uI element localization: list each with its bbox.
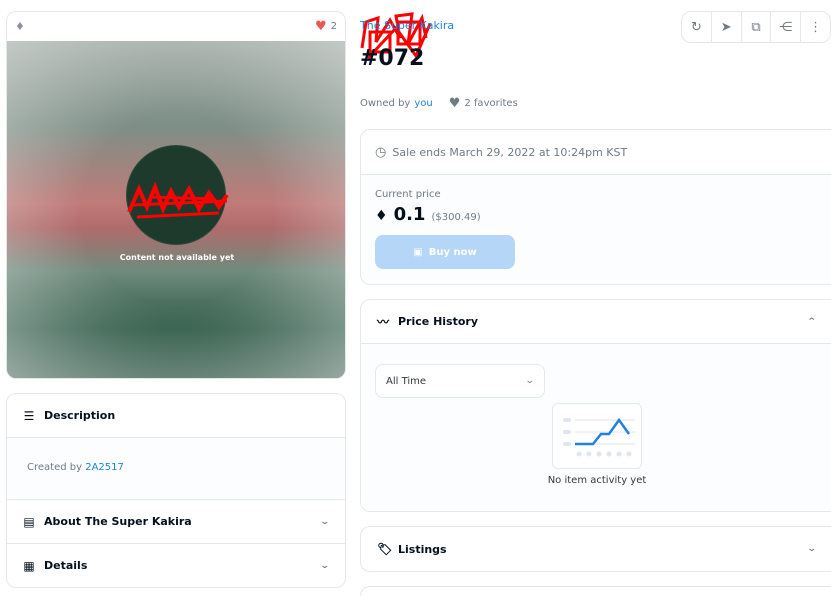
ownership-row: Owned by you ♥ 2 favorites — [360, 96, 518, 111]
owned-by-label: Owned by — [360, 98, 411, 109]
chevron-down-icon: ⌄ — [320, 516, 331, 527]
heart-icon: ♥ — [314, 19, 327, 34]
next-panel-edge — [360, 586, 831, 596]
transfer-icon[interactable]: ➤ — [712, 12, 742, 42]
text-lines-icon: ☰ — [23, 408, 35, 423]
owner-link[interactable]: you — [414, 98, 432, 109]
redaction-scribble — [127, 181, 229, 219]
details-header[interactable]: ▦ Details ⌄ — [7, 544, 345, 587]
clock-icon: ◷ — [375, 144, 387, 160]
sale-panel: ◷ Sale ends March 29, 2022 at 10:24pm KS… — [360, 129, 831, 285]
description-panel: ☰ Description Created by 2A2517 ▤ About … — [6, 393, 346, 588]
details-title: Details — [44, 559, 88, 572]
item-title: #072 — [360, 46, 425, 71]
empty-activity-text: No item activity yet — [547, 475, 647, 486]
open-external-icon[interactable]: ⧉ — [742, 12, 772, 42]
price-history-panel: 〰 Price History ⌃ All Time ⌄ No item act… — [360, 299, 831, 512]
chart-placeholder-icon — [563, 417, 635, 457]
price-value: 0.1 — [393, 204, 426, 225]
collection-link[interactable]: The Super Kakira — [360, 19, 454, 32]
wallet-icon: ▣ — [413, 246, 423, 258]
refresh-icon[interactable]: ↻ — [682, 12, 712, 42]
listings-header[interactable]: 🏷 Listings ⌄ — [361, 527, 831, 571]
listings-panel: 🏷 Listings ⌄ — [360, 526, 831, 572]
chevron-down-icon: ⌄ — [807, 544, 818, 554]
chevron-up-icon: ⌃ — [807, 316, 818, 327]
media-topbar: ♦ ♥ 2 — [7, 12, 345, 41]
chevron-down-icon: ⌄ — [320, 560, 331, 571]
item-image[interactable]: Content not available yet — [7, 41, 345, 378]
heart-icon: ♥ — [448, 96, 461, 111]
image-caption: Content not available yet — [119, 253, 235, 262]
buy-now-label: Buy now — [428, 246, 477, 258]
created-by-label: Created by — [27, 462, 83, 473]
trend-line-icon: 〰 — [377, 315, 390, 329]
favorite-button[interactable]: ♥ 2 — [315, 20, 337, 33]
share-icon[interactable]: ⋲ — [771, 12, 802, 42]
listings-title: Listings — [398, 542, 447, 556]
price-area: Current price ♦ 0.1 ($300.49) ▣ Buy now — [361, 175, 831, 284]
buy-now-button[interactable]: ▣ Buy now — [375, 235, 515, 269]
sale-ends-text: Sale ends March 29, 2022 at 10:24pm KST — [392, 145, 628, 159]
ethereum-icon: ♦ — [375, 208, 388, 224]
vertical-split-icon: ▤ — [23, 514, 35, 529]
time-range-value: All Time — [386, 375, 427, 387]
favorite-count: 2 — [330, 21, 337, 32]
chevron-down-icon: ⌄ — [525, 376, 536, 386]
empty-chart-illustration — [552, 403, 642, 469]
about-collection-header[interactable]: ▤ About The Super Kakira ⌄ — [7, 500, 345, 544]
about-title: About The Super Kakira — [44, 515, 192, 528]
tag-icon: 🏷 — [377, 542, 393, 556]
details-card-icon: ▦ — [23, 558, 35, 573]
time-range-select[interactable]: All Time ⌄ — [375, 364, 545, 398]
ethereum-icon: ♦ — [15, 20, 25, 33]
price-history-body: All Time ⌄ No item activity yet — [361, 344, 831, 511]
more-icon[interactable]: ⋮ — [801, 12, 830, 42]
price-usd: ($300.49) — [431, 212, 481, 223]
media-card: ♦ ♥ 2 Content not available yet — [6, 11, 346, 379]
creator-link[interactable]: 2A2517 — [85, 462, 124, 473]
price-history-header[interactable]: 〰 Price History ⌃ — [361, 300, 831, 344]
description-body: Created by 2A2517 — [7, 438, 345, 500]
price-row: ♦ 0.1 ($300.49) — [375, 204, 818, 225]
price-history-title: Price History — [398, 315, 479, 328]
sale-ends-row: ◷ Sale ends March 29, 2022 at 10:24pm KS… — [361, 130, 831, 175]
current-price-label: Current price — [375, 189, 441, 200]
item-toolbar: ↻ ➤ ⧉ ⋲ ⋮ — [681, 11, 831, 43]
description-title: Description — [44, 409, 116, 422]
favorites-count[interactable]: 2 favorites — [464, 98, 517, 109]
description-header[interactable]: ☰ Description — [7, 394, 345, 438]
